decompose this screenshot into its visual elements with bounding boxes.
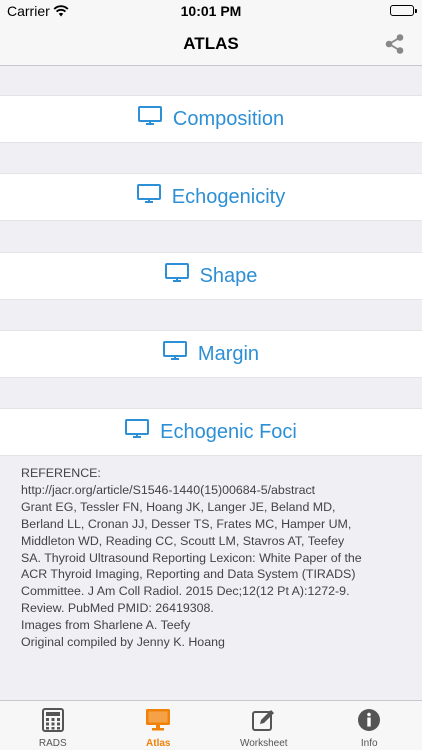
tab-label: Info [360,738,378,749]
tab-atlas[interactable]: Atlas [106,701,212,750]
atlas-item-echogenic-foci[interactable]: Echogenic Foci [0,408,422,456]
tab-bar: RADS Atlas Worksheet Info [0,700,422,750]
atlas-item-label: Margin [197,342,260,365]
atlas-item-echogenicity[interactable]: Echogenicity [0,173,422,221]
monitor-icon [136,183,172,211]
atlas-item-label: Composition [172,107,285,130]
atlas-item-shape[interactable]: Shape [0,252,422,300]
navigation-bar: ATLAS [0,22,422,66]
atlas-item-composition[interactable]: Composition [0,95,422,143]
tab-worksheet[interactable]: Worksheet [211,701,317,750]
tab-label: RADS [38,738,67,749]
tab-rads[interactable]: RADS [0,701,106,750]
battery-icon [390,5,417,16]
page-title: ATLAS [183,34,239,53]
atlas-item-margin[interactable]: Margin [0,330,422,378]
tab-label: Atlas [146,738,171,749]
monitor-icon [125,418,160,446]
monitor-icon [137,105,173,133]
reference-text: REFERENCE: http://jacr.org/article/S1546… [21,466,362,650]
tab-info[interactable]: Info [317,701,422,750]
monitor-icon [162,340,198,368]
share-icon[interactable] [384,33,406,55]
monitor-icon [164,262,200,290]
status-bar: Carrier 10:01 PM [0,0,422,22]
status-time: 10:01 PM [180,3,242,19]
atlas-item-label: Echogenicity [171,185,286,208]
atlas-item-label: Echogenic Foci [160,420,297,443]
tab-label: Worksheet [239,738,288,749]
atlas-item-label: Shape [199,264,258,287]
